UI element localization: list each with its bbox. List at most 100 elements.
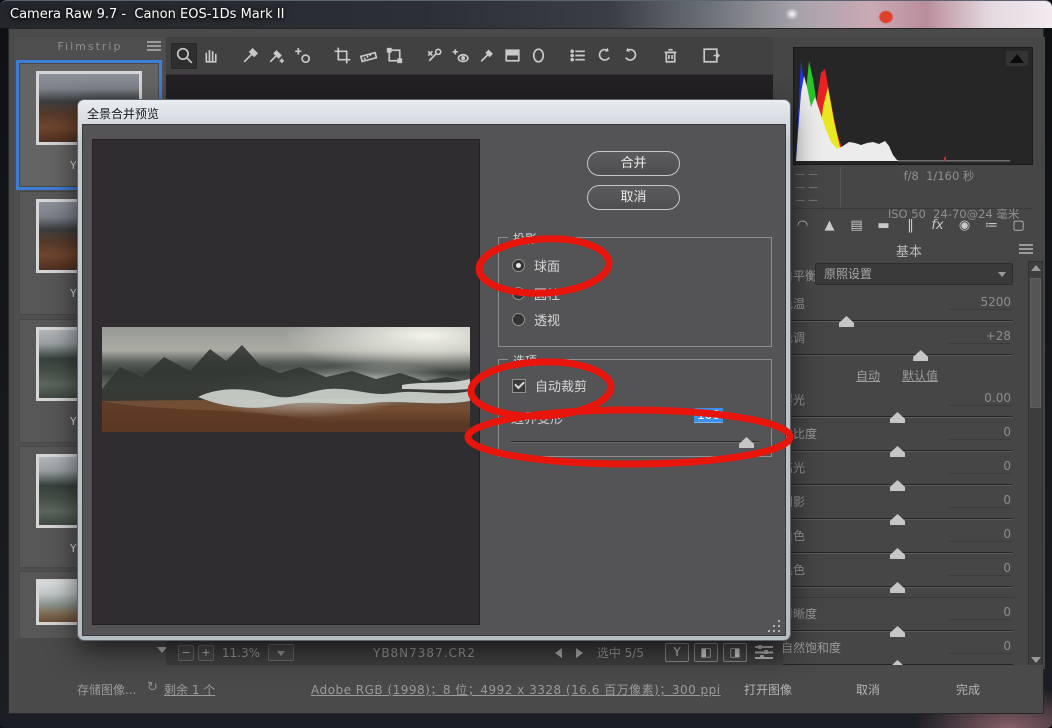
histogram-plot [794,48,1032,164]
slider-value[interactable]: 0 [949,493,1011,508]
tab-snapshots-icon[interactable]: ▢ [1007,215,1030,235]
radial-filter-tool-icon[interactable] [525,43,551,69]
slider-value[interactable]: 0 [949,425,1011,440]
preferences-tool-icon[interactable] [565,43,591,69]
slider-thumb[interactable] [890,626,905,637]
slider-thumb[interactable] [890,412,905,423]
slider-thumb[interactable] [839,316,854,327]
red-eye-tool-icon[interactable] [447,43,473,69]
options-legend: 选项 [508,352,542,369]
slider-value[interactable]: 0.00 [949,391,1011,406]
slider-value[interactable]: 0 [949,605,1011,620]
slider-track[interactable] [781,581,1013,593]
basic-panel-menu-icon[interactable] [1019,244,1033,254]
transform-tool-icon[interactable] [381,43,407,69]
panel-scrollbar[interactable] [1028,261,1043,667]
scrollbar-thumb[interactable] [1030,278,1041,408]
graduated-filter-tool-icon[interactable] [499,43,525,69]
resize-grip[interactable] [768,618,782,632]
straighten-tool-icon[interactable] [355,43,381,69]
slider-thumb[interactable] [739,437,754,448]
slider-value[interactable]: 5200 [949,295,1011,310]
radio-button-icon[interactable] [512,313,525,326]
slider-track[interactable] [781,479,1013,491]
hand-tool-icon[interactable] [197,43,223,69]
scroll-down-icon[interactable] [1031,657,1041,663]
crop-tool-icon[interactable] [329,43,355,69]
highlight-clipping-icon[interactable] [1006,51,1028,66]
auto-link[interactable]: 自动 [856,367,880,391]
zoom-level-dropdown[interactable] [268,644,294,661]
tab-effects-icon[interactable]: fx [926,215,949,235]
open-image-button[interactable]: 打开图像 [744,681,792,698]
radio-spherical[interactable]: 球面 [512,256,560,275]
tab-detail-icon[interactable]: ▲ [818,215,841,235]
checkbox-icon[interactable] [512,379,526,393]
toggle-panels-tool-icon[interactable] [697,43,723,69]
slider-track[interactable] [781,411,1013,423]
queue-remaining[interactable]: 剩余 1 个 [164,681,215,698]
slider-track[interactable] [781,349,1013,361]
slider-thumb[interactable] [913,350,928,361]
white-balance-select[interactable]: 原照设置 [815,263,1013,285]
auto-crop-checkbox[interactable]: 自动裁剪 [512,376,587,395]
tab-hsl-grayscale-icon[interactable]: ▤ [845,215,868,235]
slider-value[interactable]: 0 [949,459,1011,474]
radio-perspective[interactable]: 透视 [512,310,560,329]
default-link[interactable]: 默认值 [902,367,938,391]
boundary-warp-slider[interactable] [511,436,759,448]
compare-swap-button[interactable]: ◧ [694,643,718,662]
slider-track[interactable] [781,315,1013,327]
white-balance-tool-icon[interactable] [237,43,263,69]
adjustment-brush-tool-icon[interactable] [473,43,499,69]
next-image-button[interactable] [576,648,583,658]
slider-value[interactable]: 0 [949,639,1011,654]
options-group: 选项 自动裁剪 边界变形 100 [498,359,772,457]
merge-preview-area [92,139,480,625]
scroll-up-icon[interactable] [1031,265,1041,271]
slider-track[interactable] [781,513,1013,525]
radio-cylindrical[interactable]: 圆柱 [512,284,560,303]
slider-thumb[interactable] [890,514,905,525]
tab-lens-corrections-icon[interactable]: ‖ [899,215,922,235]
slider-value[interactable]: 0 [949,527,1011,542]
tab-split-toning-icon[interactable]: ▬ [872,215,895,235]
slider-thumb[interactable] [890,446,905,457]
rotate-right-tool-icon[interactable] [617,43,643,69]
radio-button-icon[interactable] [512,287,525,300]
merge-button[interactable]: 合并 [587,151,680,176]
view-settings-icon[interactable] [755,646,773,659]
delete-tool-icon[interactable] [657,43,683,69]
compare-copy-button[interactable]: ◨ [723,643,747,662]
filmstrip-menu-icon[interactable] [147,41,161,51]
slider-track[interactable] [781,625,1013,637]
slider-thumb[interactable] [890,480,905,491]
cancel-button[interactable]: 取消 [856,681,880,698]
chevron-down-icon [998,272,1006,277]
color-sampler-tool-icon[interactable] [263,43,289,69]
tab-camera-calibration-icon[interactable]: ◉ [953,215,976,235]
boundary-warp-value[interactable]: 100 [694,408,723,423]
zoom-tool-icon[interactable] [171,43,197,69]
tab-tone-curve-icon[interactable]: ◠ [791,215,814,235]
spot-removal-tool-icon[interactable] [421,43,447,69]
tab-presets-icon[interactable]: ≔ [980,215,1003,235]
rotate-left-tool-icon[interactable] [591,43,617,69]
chevron-down-icon [277,651,285,656]
previous-image-button[interactable] [555,648,562,658]
zoom-in-button[interactable]: + [198,645,214,661]
save-image-button[interactable]: 存储图像... [77,681,136,698]
zoom-out-button[interactable]: − [178,645,194,661]
slider-thumb[interactable] [890,582,905,593]
workflow-options-link[interactable]: Adobe RGB (1998)；8 位；4992 x 3328 (16.6 百… [311,681,721,698]
slider-track[interactable] [781,547,1013,559]
slider-value[interactable]: +28 [949,329,1011,344]
before-after-y-button[interactable]: Y [665,643,689,662]
slider-value[interactable]: 0 [949,561,1011,576]
radio-button-icon[interactable] [512,259,525,272]
slider-thumb[interactable] [890,548,905,559]
done-button[interactable]: 完成 [956,681,980,698]
slider-track[interactable] [781,445,1013,457]
targeted-adjustment-tool-icon[interactable] [289,43,315,69]
dialog-cancel-button[interactable]: 取消 [587,185,680,210]
